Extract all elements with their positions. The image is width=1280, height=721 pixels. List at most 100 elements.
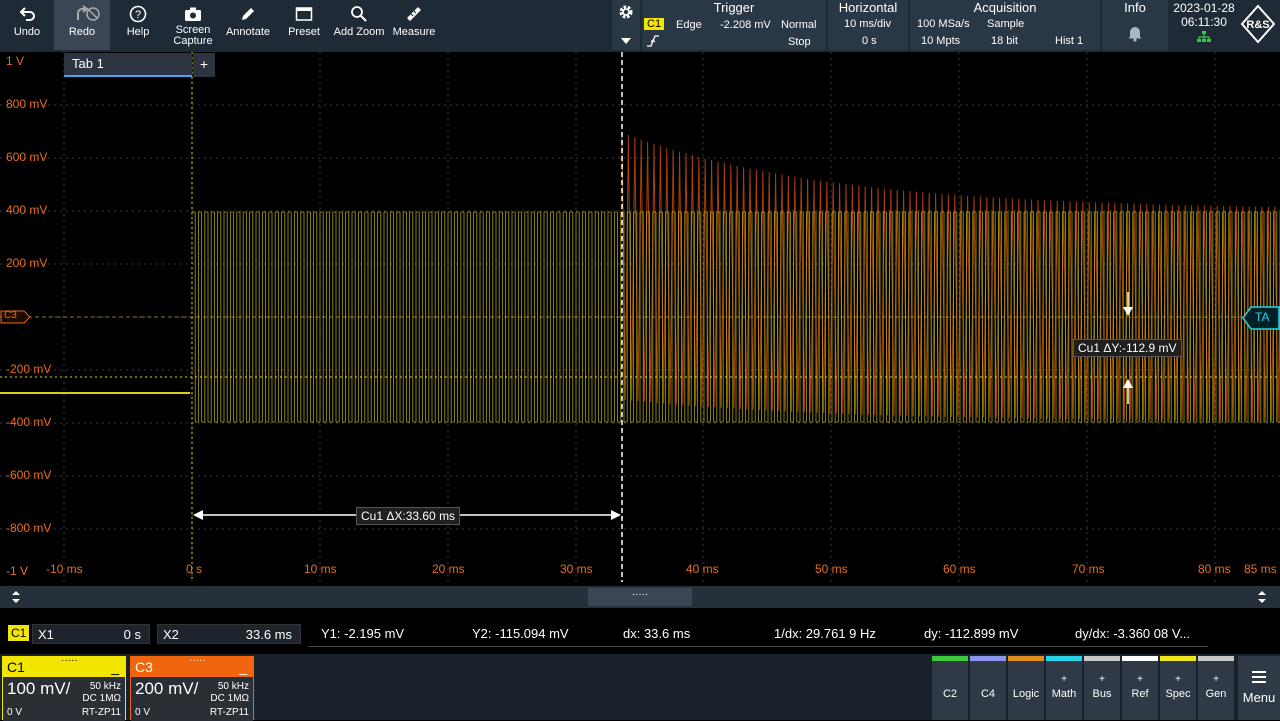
bottom-button-logic[interactable]: Logic xyxy=(1008,656,1044,720)
horizontal-panel[interactable]: Horizontal 10 ms/div 0 s xyxy=(828,0,908,50)
expand-icon xyxy=(10,589,22,610)
trigger-level: -2.208 mV xyxy=(720,19,771,31)
c3-waveform xyxy=(621,134,1280,421)
svg-text:?: ? xyxy=(135,9,141,21)
annotate-button[interactable]: Annotate xyxy=(222,0,274,50)
acquisition-history: Hist 1 xyxy=(1055,35,1084,47)
channel-c3-bandwidth: 50 kHz xyxy=(217,681,249,692)
button-color-bar xyxy=(1198,656,1234,661)
y-axis-label: -800 mV xyxy=(6,521,52,535)
settings-menu[interactable] xyxy=(612,0,640,50)
camera-icon xyxy=(184,4,202,24)
c3-offset-marker[interactable]: C3 xyxy=(0,310,32,329)
screen-capture-label-2: Capture xyxy=(173,35,213,47)
plus-icon: + xyxy=(1175,674,1181,685)
add-tab-button[interactable]: + xyxy=(193,53,215,77)
c3-marker-label: C3 xyxy=(4,310,17,321)
arrow-right-icon xyxy=(611,510,621,520)
screen-capture-button[interactable]: Screen Capture xyxy=(166,0,220,50)
channel-c3-grip: ····· xyxy=(189,655,206,666)
info-panel[interactable]: Info xyxy=(1102,0,1168,50)
menu-button[interactable]: Menu xyxy=(1238,656,1280,720)
preset-button[interactable]: Preset xyxy=(278,0,330,50)
acquisition-resolution: 18 bit xyxy=(991,35,1018,47)
splitter-grip[interactable]: ····· xyxy=(588,588,692,606)
bottom-button-label: C2 xyxy=(942,688,958,700)
channel-bar: C1 ····· _ 100 mV/ 50 kHz DC 1MΩ 0 V RT-… xyxy=(0,654,1280,721)
x-axis-label: 40 ms xyxy=(686,562,719,576)
x1-label: X1 xyxy=(38,627,54,642)
trigger-level-marker[interactable]: TA xyxy=(1242,306,1280,335)
button-color-bar xyxy=(932,656,968,661)
bottom-button-c4[interactable]: C4 xyxy=(970,656,1006,720)
channel-c1-box[interactable]: C1 ····· _ 100 mV/ 50 kHz DC 1MΩ 0 V RT-… xyxy=(2,655,126,721)
x2-field[interactable]: X2 33.6 ms xyxy=(157,624,301,644)
bottom-button-label: Logic xyxy=(1012,688,1040,700)
trigger-mode: Normal xyxy=(781,19,817,31)
add-zoom-button[interactable]: Add Zoom xyxy=(332,0,386,50)
x-axis-label: 10 ms xyxy=(304,562,337,576)
network-icon xyxy=(1170,31,1238,46)
channel-c3-coupling: DC 1MΩ xyxy=(210,693,249,704)
channel-c1-probe: RT-ZP11 xyxy=(81,707,121,718)
help-button[interactable]: ? Help xyxy=(112,0,164,50)
plus-icon: + xyxy=(1099,674,1105,685)
channel-c3-scale: 200 mV/ xyxy=(135,679,199,698)
x-axis-label: 60 ms xyxy=(943,562,976,576)
button-color-bar xyxy=(1160,656,1196,661)
undo-icon xyxy=(18,4,36,24)
bottom-button-ref[interactable]: + Ref xyxy=(1122,656,1158,720)
date: 2023-01-28 xyxy=(1173,1,1235,15)
rohde-schwarz-logo: R&S xyxy=(1240,4,1276,49)
help-label: Help xyxy=(126,26,150,38)
channel-c1-offset: 0 V xyxy=(7,707,23,718)
plus-icon: + xyxy=(1061,674,1067,685)
channel-c1-bandwidth: 50 kHz xyxy=(89,681,121,692)
undo-button[interactable]: Undo xyxy=(0,0,54,50)
horizontal-title: Horizontal xyxy=(838,0,898,15)
datetime-panel: 2023-01-28 06:11:30 xyxy=(1170,0,1238,50)
acquisition-mode: Sample xyxy=(987,18,1025,30)
button-color-bar xyxy=(1122,656,1158,661)
acquisition-title: Acquisition xyxy=(973,0,1037,15)
tab-1[interactable]: Tab 1 xyxy=(64,53,192,77)
bottom-button-bus[interactable]: + Bus xyxy=(1084,656,1120,720)
channel-c1-coupling: DC 1MΩ xyxy=(82,693,121,704)
toolbar: Undo Redo ? Help Screen Capture Annotate … xyxy=(0,0,1280,52)
dy-readout: dy: -112.899 mV xyxy=(924,626,1019,641)
x1-field[interactable]: X1 0 s xyxy=(32,624,150,644)
channel-c1-minimize-icon[interactable]: _ xyxy=(111,657,119,677)
channel-c3-minimize-icon[interactable]: _ xyxy=(239,657,247,677)
bottom-button-label: Ref xyxy=(1131,688,1149,700)
zoom-icon xyxy=(350,4,368,24)
cursor-dy-label: Cu1 ΔY:-112.9 mV xyxy=(1073,339,1182,357)
panel-splitter[interactable]: ····· xyxy=(0,586,1280,608)
waveform-canvas[interactable] xyxy=(0,52,1280,582)
channel-c3-box[interactable]: C3 ····· _ 200 mV/ 50 kHz DC 1MΩ 0 V RT-… xyxy=(130,655,254,721)
button-color-bar xyxy=(970,656,1006,661)
redo-button[interactable]: Redo xyxy=(54,0,110,50)
x-axis-label: 50 ms xyxy=(815,562,848,576)
acquisition-panel[interactable]: Acquisition 100 MSa/s Sample 10 Mpts 18 … xyxy=(910,0,1100,50)
bottom-button-math[interactable]: + Math xyxy=(1046,656,1082,720)
trigger-source-badge: C1 xyxy=(644,18,665,30)
measure-button[interactable]: Measure xyxy=(388,0,440,50)
cursor-source-badge[interactable]: C1 xyxy=(8,625,30,641)
x-axis-label: 70 ms xyxy=(1072,562,1105,576)
x2-label: X2 xyxy=(163,627,179,642)
info-title: Info xyxy=(1124,0,1146,15)
bottom-button-label: Gen xyxy=(1205,688,1227,700)
trigger-state: Stop xyxy=(788,36,811,48)
bottom-button-spec[interactable]: + Spec xyxy=(1160,656,1196,720)
trigger-panel[interactable]: Trigger C1 Edge -2.208 mV Normal Stop xyxy=(642,0,826,50)
bottom-button-c2[interactable]: C2 xyxy=(932,656,968,720)
svg-text:R&S: R&S xyxy=(1246,19,1269,31)
button-color-bar xyxy=(1084,656,1120,661)
x-axis-label: 80 ms xyxy=(1198,562,1231,576)
x-axis-label: 20 ms xyxy=(432,562,465,576)
tab-1-label: Tab 1 xyxy=(72,56,104,71)
x-axis-label: 0 s xyxy=(186,562,203,576)
acquisition-rate: 100 MSa/s xyxy=(917,18,970,30)
waveform-diagram[interactable]: 1 V 800 mV 600 mV 400 mV 200 mV -200 mV -400 m… xyxy=(0,52,1280,582)
bottom-button-gen[interactable]: + Gen xyxy=(1198,656,1234,720)
